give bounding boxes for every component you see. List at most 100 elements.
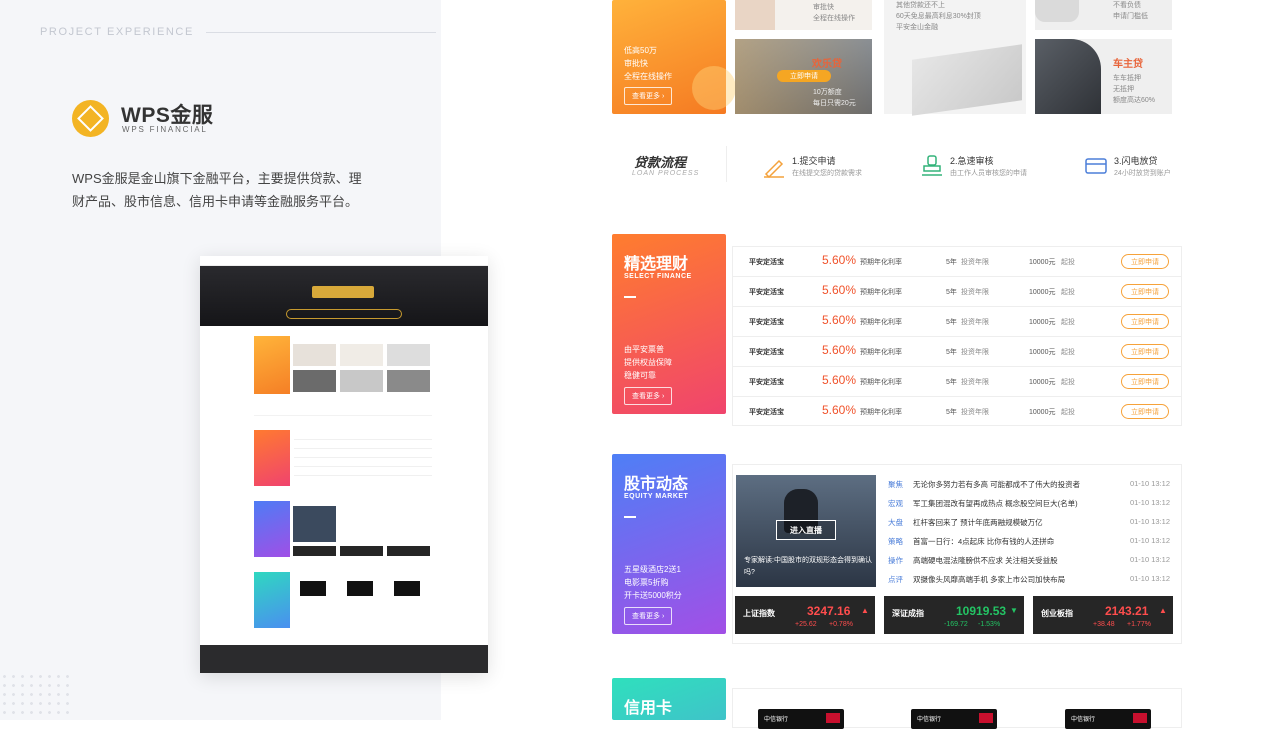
product-desc: 每日只需20元 bbox=[813, 100, 856, 107]
apply-now-button[interactable]: 立即申请 bbox=[1121, 344, 1169, 359]
rate-value: 5.60% bbox=[822, 403, 857, 417]
finance-more-button[interactable]: 查看更多 › bbox=[624, 387, 673, 405]
credit-title: 信用卡 bbox=[624, 700, 673, 717]
news-time: 01-10 13:12 bbox=[1129, 479, 1170, 488]
term-value: 5年 bbox=[946, 319, 957, 326]
apply-now-button[interactable]: 立即申请 bbox=[1121, 374, 1169, 389]
amount-label: 起投 bbox=[1061, 259, 1075, 266]
term-label: 投资年限 bbox=[961, 319, 989, 326]
index-change: +38.48 bbox=[1093, 621, 1115, 628]
equity-title: 股市动态 bbox=[624, 476, 689, 493]
product-tile-laptop[interactable]: 其他贷款还不上 60天免息最高利息30%封顶 平安金山金融 bbox=[884, 0, 1026, 116]
amount-label: 起投 bbox=[1061, 349, 1075, 356]
bank-card[interactable]: 中信银行 bbox=[911, 709, 997, 729]
product-tile-car-top[interactable]: 不看负债 申请门槛低 bbox=[1035, 0, 1172, 30]
apply-now-button[interactable]: 立即申请 bbox=[777, 70, 831, 82]
live-stream-video[interactable]: 进入直播 专家解读:中国股市的双规形态会得到确认吗? bbox=[736, 475, 876, 587]
index-percent: -1.53% bbox=[978, 621, 1001, 628]
bank-card[interactable]: 中信银行 bbox=[1065, 709, 1151, 729]
news-title: 双摄像头风靡高端手机 多家上市公司加快布局 bbox=[913, 575, 1066, 584]
news-item[interactable]: 策略 首富一日行：4点起床 比你有钱的人还拼命 01-10 13:12 bbox=[888, 532, 1174, 551]
thumbnail-bank-card bbox=[347, 581, 373, 596]
arrow-up-icon: ▲ bbox=[1159, 606, 1167, 615]
term-value: 5年 bbox=[946, 289, 957, 296]
finance-line: 提供权益保障 bbox=[624, 358, 672, 367]
product-tile-car-loan[interactable]: 车主贷 车车抵押 无抵押 额度高达60% bbox=[1035, 39, 1172, 114]
product-tile-happy-loan[interactable]: 欢乐贷 立即申请 10万额度 每日只需20元 bbox=[735, 39, 872, 114]
term-value: 5年 bbox=[946, 259, 957, 266]
video-caption: 专家解读:中国股市的双规形态会得到确认吗? bbox=[744, 557, 872, 576]
market-index-card[interactable]: 上证指数 3247.16 ▲ +25.62 +0.78% bbox=[735, 596, 875, 634]
thumbnail-bank-card bbox=[394, 581, 420, 596]
thumbnail-index bbox=[293, 546, 336, 556]
finance-row: 平安定活宝 5.60% 预期年化利率 5年 投资年限 10000元 起投 立即申请 bbox=[733, 337, 1181, 367]
unionpay-icon bbox=[979, 713, 993, 723]
news-tag: 大盘 bbox=[888, 518, 903, 527]
term-label: 投资年限 bbox=[961, 379, 989, 386]
market-index-card[interactable]: 深证成指 10919.53 ▼ -169.72 -1.53% bbox=[884, 596, 1024, 634]
enter-live-button[interactable]: 进入直播 bbox=[776, 520, 836, 540]
finance-feature-card: 精选理财 SELECT FINANCE 由平安票普 提供权益保障 稳健可靠 查看… bbox=[612, 234, 726, 414]
news-title: 军工集团混改有望再成热点 概念股空间巨大(名单) bbox=[913, 499, 1078, 508]
amount-label: 起投 bbox=[1061, 319, 1075, 326]
rate-label: 预期年化利率 bbox=[860, 259, 902, 266]
divider bbox=[624, 296, 636, 298]
rate-value: 5.60% bbox=[822, 343, 857, 357]
loan-process-row: 贷款流程 LOAN PROCESS 1.提交申请 在线提交您的贷款需求 2.急速… bbox=[612, 140, 1172, 188]
term-label: 投资年限 bbox=[961, 349, 989, 356]
finance-product-table: 平安定活宝 5.60% 预期年化利率 5年 投资年限 10000元 起投 立即申请 平安定活宝 5… bbox=[732, 246, 1182, 426]
loan-more-button[interactable]: 查看更多 › bbox=[624, 87, 673, 105]
apply-now-button[interactable]: 立即申请 bbox=[1121, 314, 1169, 329]
thumbnail-loan-card bbox=[254, 336, 290, 394]
rate-label: 预期年化利率 bbox=[860, 319, 902, 326]
arrow-up-icon: ▲ bbox=[861, 606, 869, 615]
product-desc: 审批快 bbox=[813, 4, 834, 11]
product-desc: 10万额度 bbox=[813, 89, 842, 96]
product-tile-top[interactable]: 审批快 全程在线操作 bbox=[735, 0, 872, 30]
news-time: 01-10 13:12 bbox=[1129, 498, 1170, 507]
market-index-card[interactable]: 创业板指 2143.21 ▲ +38.48 +1.77% bbox=[1033, 596, 1173, 634]
thumbnail-index bbox=[387, 546, 430, 556]
news-item[interactable]: 操作 高端硬电混法隆膀供不应求 关注相关受益股 01-10 13:12 bbox=[888, 551, 1174, 570]
apply-now-button[interactable]: 立即申请 bbox=[1121, 284, 1169, 299]
news-title: 无论你多努力若有多高 可能都成不了伟大的投资者 bbox=[913, 480, 1081, 489]
equity-subtitle: EQUITY MARKET bbox=[624, 493, 689, 500]
news-item[interactable]: 聚焦 无论你多努力若有多高 可能都成不了伟大的投资者 01-10 13:12 bbox=[888, 475, 1174, 494]
news-time: 01-10 13:12 bbox=[1129, 536, 1170, 545]
news-title: 高端硬电混法隆膀供不应求 关注相关受益股 bbox=[913, 556, 1058, 565]
loan-process-title: 贷款流程 bbox=[634, 155, 687, 170]
pen-icon bbox=[764, 159, 784, 178]
equity-line: 五星级酒店2送1 bbox=[624, 565, 681, 574]
apply-now-button[interactable]: 立即申请 bbox=[1121, 254, 1169, 269]
car-photo bbox=[1035, 39, 1101, 114]
equity-more-button[interactable]: 查看更多 › bbox=[624, 607, 673, 625]
product-desc: 无抵押 bbox=[1113, 86, 1134, 93]
step-title: 1.提交申请 bbox=[792, 156, 836, 166]
index-value: 10919.53 bbox=[956, 604, 1007, 618]
finance-title: 精选理财 bbox=[624, 256, 689, 273]
thumbnail-index bbox=[340, 546, 383, 556]
product-name: 平安定活宝 bbox=[749, 349, 784, 356]
index-name: 深证成指 bbox=[892, 609, 924, 618]
index-change: +25.62 bbox=[795, 621, 817, 628]
rate-label: 预期年化利率 bbox=[860, 409, 902, 416]
amount-value: 10000元 bbox=[1029, 289, 1056, 296]
index-change: -169.72 bbox=[944, 621, 968, 628]
news-time: 01-10 13:12 bbox=[1129, 517, 1170, 526]
news-item[interactable]: 宏观 军工集团混改有望再成热点 概念股空间巨大(名单) 01-10 13:12 bbox=[888, 494, 1174, 513]
product-desc: 额度高达60% bbox=[1113, 97, 1156, 104]
news-tag: 操作 bbox=[888, 556, 903, 565]
step-description: 在线提交您的贷款需求 bbox=[792, 170, 862, 177]
coin-decoration-icon bbox=[692, 66, 736, 110]
laptop-photo bbox=[912, 44, 1022, 116]
news-item[interactable]: 大盘 杠杆客回来了 预计年底两融规模破万亿 01-10 13:12 bbox=[888, 513, 1174, 532]
apply-now-button[interactable]: 立即申请 bbox=[1121, 404, 1169, 419]
amount-value: 10000元 bbox=[1029, 349, 1056, 356]
section-label: PROJECT EXPERIENCE bbox=[40, 26, 194, 38]
product-name: 车主贷 bbox=[1113, 59, 1143, 70]
term-value: 5年 bbox=[946, 379, 957, 386]
news-item[interactable]: 点评 双摄像头风靡高端手机 多家上市公司加快布局 01-10 13:12 bbox=[888, 570, 1174, 589]
thumbnail-photo bbox=[387, 344, 430, 366]
unionpay-icon bbox=[826, 713, 840, 723]
bank-card[interactable]: 中信银行 bbox=[758, 709, 844, 729]
